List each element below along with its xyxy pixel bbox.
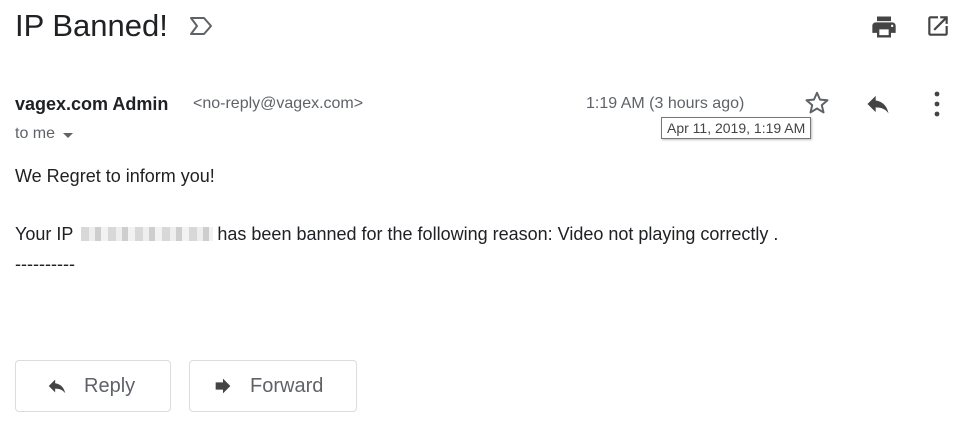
sender-email: <no-reply@vagex.com>	[193, 95, 364, 112]
message-date: 1:19 AM (3 hours ago)	[586, 95, 745, 112]
date-tooltip: Apr 11, 2019, 1:19 AM	[661, 117, 812, 139]
chevron-down-icon	[63, 132, 74, 138]
body-ban-reason: has been banned for the following reason…	[217, 224, 779, 244]
more-vert-icon[interactable]	[932, 91, 942, 117]
body-greeting: We Regret to inform you!	[15, 166, 215, 186]
reply-button-label: Reply	[84, 374, 136, 397]
sender-name[interactable]: vagex.com Admin	[15, 92, 168, 116]
reply-button[interactable]: Reply	[15, 360, 171, 412]
body-ban-notice: Your IP has been banned for the followin…	[15, 222, 778, 246]
recipient-label: to me	[15, 125, 56, 142]
forward-button-label: Forward	[250, 374, 324, 397]
body-separator: ----------	[15, 254, 75, 274]
forward-icon	[215, 378, 231, 394]
recipient-details-toggle[interactable]: to me	[15, 123, 74, 145]
star-icon[interactable]	[803, 89, 831, 117]
open-new-window-icon[interactable]	[925, 13, 951, 39]
label-important-icon[interactable]	[188, 14, 214, 38]
print-icon[interactable]	[870, 13, 898, 41]
reply-icon[interactable]	[863, 90, 893, 118]
redacted-ip-address	[81, 227, 214, 241]
email-subject: IP Banned!	[15, 8, 168, 43]
reply-icon	[48, 379, 66, 394]
forward-button[interactable]: Forward	[189, 360, 357, 412]
body-ban-prefix: Your IP	[15, 224, 74, 244]
